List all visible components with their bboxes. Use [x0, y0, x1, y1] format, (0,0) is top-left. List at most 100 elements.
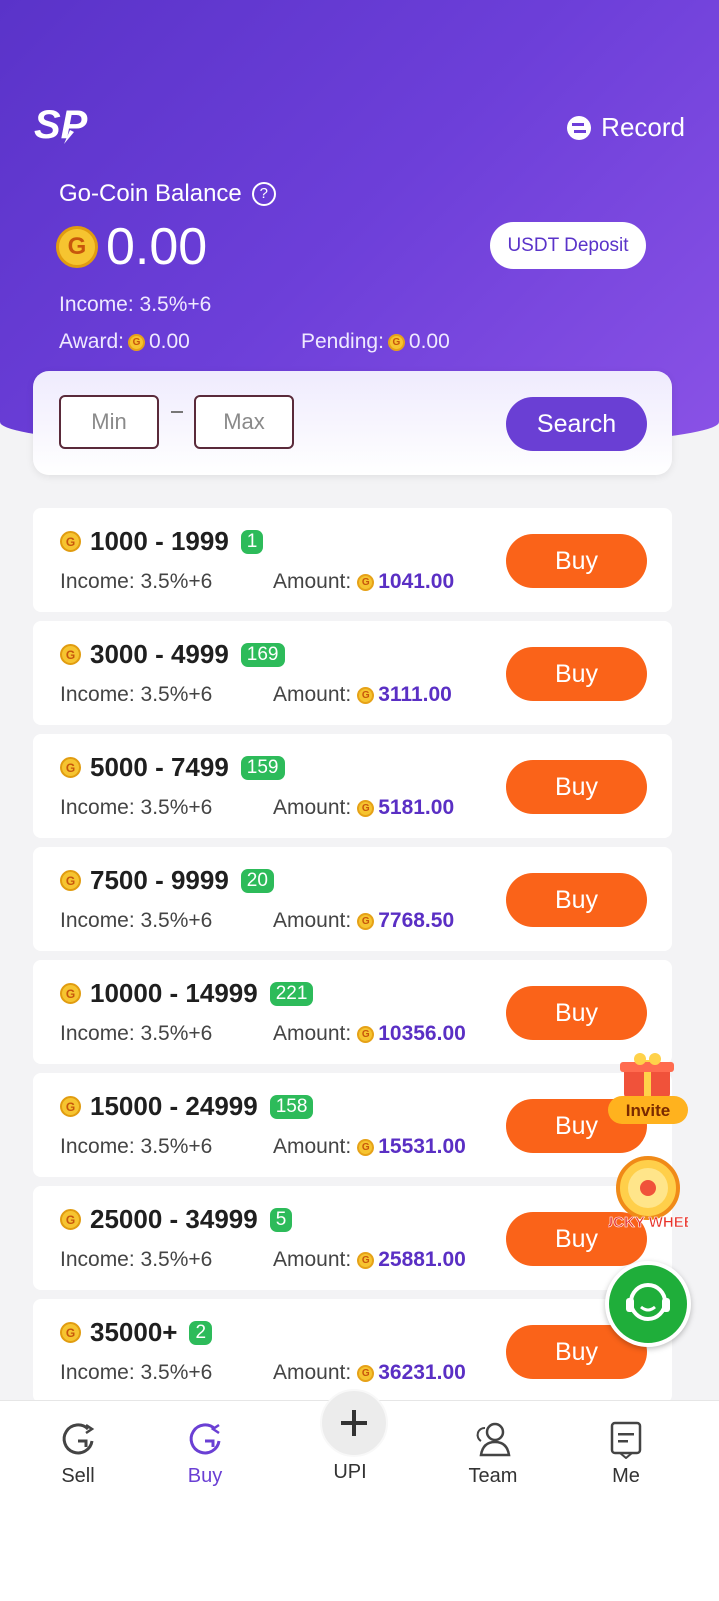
amount-value: 3111.00 [378, 683, 452, 706]
buy-button[interactable]: Buy [506, 760, 647, 814]
coin-icon: G [60, 1096, 81, 1117]
range-text: 35000+ [90, 1317, 178, 1347]
coin-icon: G [357, 1251, 375, 1269]
offer-amount: Amount: G 25881.00 [273, 1248, 466, 1272]
coin-icon: G [56, 226, 98, 268]
offer-range: G 7500 - 9999 20 [60, 865, 274, 896]
award-info: Award: G 0.00 [59, 330, 190, 354]
lucky-wheel-float-button[interactable]: LUCKY WHEEL [608, 1155, 688, 1240]
offer-range: G 1000 - 1999 1 [60, 526, 264, 557]
balance-label: Go-Coin Balance [59, 180, 242, 207]
range-text: 15000 - 24999 [90, 1091, 258, 1121]
coin-icon: G [60, 1322, 81, 1343]
invite-float-button[interactable]: Invite [608, 1050, 688, 1128]
invite-label: Invite [626, 1101, 670, 1120]
amount-label: Amount: [273, 796, 352, 819]
offer-amount: Amount: G 3111.00 [273, 683, 452, 707]
coin-icon: G [60, 1209, 81, 1230]
amount-label: Amount: [273, 1135, 352, 1158]
buy-button[interactable]: Buy [506, 647, 647, 701]
lucky-wheel-label: LUCKY WHEEL [608, 1214, 688, 1231]
coin-icon: G [357, 1025, 375, 1043]
range-separator [171, 411, 183, 413]
coin-icon: G [60, 983, 81, 1004]
search-button[interactable]: Search [506, 397, 647, 451]
app-logo: SP [34, 103, 88, 147]
offer-card: G 7500 - 9999 20 Income: 3.5%+6 Amount: … [33, 847, 672, 951]
amount-value: 25881.00 [378, 1248, 466, 1271]
upi-plus-button[interactable] [320, 1389, 388, 1457]
buy-icon [189, 1423, 221, 1455]
help-icon[interactable]: ? [251, 182, 276, 206]
coin-icon: G [60, 531, 81, 552]
team-icon [476, 1422, 511, 1457]
customer-support-button[interactable] [605, 1261, 691, 1347]
income-text: Income: 3.5%+6 [59, 293, 212, 316]
count-badge: 159 [240, 755, 285, 780]
bottom-nav: Sell Buy UPI Team Me [0, 1389, 719, 1601]
range-text: 5000 - 7499 [90, 752, 229, 782]
amount-value: 1041.00 [378, 570, 455, 593]
range-text: 10000 - 14999 [90, 978, 258, 1008]
range-text: 1000 - 1999 [90, 526, 229, 556]
offer-list: G 1000 - 1999 1 Income: 3.5%+6 Amount: G… [33, 508, 672, 1412]
offer-income: Income: 3.5%+6 [60, 796, 213, 819]
coin-icon: G [60, 870, 81, 891]
nav-upi-label: UPI [333, 1461, 367, 1483]
nav-sell[interactable]: Sell [28, 1419, 128, 1488]
coin-icon: G [60, 644, 81, 665]
count-badge: 5 [269, 1207, 293, 1232]
pending-label: Pending: [301, 330, 384, 353]
nav-upi[interactable]: UPI [300, 1461, 400, 1484]
amount-value: 5181.00 [378, 796, 455, 819]
plus-icon [341, 1410, 367, 1436]
count-badge: 2 [189, 1320, 213, 1345]
transfer-icon [567, 115, 592, 140]
count-badge: 20 [240, 868, 274, 893]
amount-label: Amount: [273, 909, 352, 932]
buy-button[interactable]: Buy [506, 534, 647, 588]
count-badge: 169 [240, 642, 285, 667]
buy-button[interactable]: Buy [506, 873, 647, 927]
offer-range: G 15000 - 24999 158 [60, 1091, 314, 1122]
offer-amount: Amount: G 10356.00 [273, 1022, 466, 1046]
range-text: 25000 - 34999 [90, 1204, 258, 1234]
wheel-icon [640, 1180, 656, 1196]
coin-icon: G [357, 1364, 375, 1382]
coin-icon: G [357, 912, 375, 930]
coin-icon: G [357, 686, 375, 704]
count-badge: 1 [240, 529, 264, 554]
offer-card: G 25000 - 34999 5 Income: 3.5%+6 Amount:… [33, 1186, 672, 1290]
nav-me[interactable]: Me [576, 1419, 676, 1488]
nav-sell-label: Sell [61, 1465, 95, 1487]
nav-buy-label: Buy [187, 1465, 223, 1487]
min-input[interactable] [59, 395, 159, 449]
offer-income: Income: 3.5%+6 [60, 683, 213, 706]
max-input[interactable] [194, 395, 294, 449]
offer-card: G 35000+ 2 Income: 3.5%+6 Amount: G 3623… [33, 1299, 672, 1403]
award-label: Award: [59, 330, 124, 353]
buy-button[interactable]: Buy [506, 986, 647, 1040]
record-link[interactable]: Record [567, 112, 685, 143]
offer-amount: Amount: G 7768.50 [273, 909, 454, 933]
amount-value: 15531.00 [378, 1135, 466, 1158]
offer-amount: Amount: G 1041.00 [273, 570, 454, 594]
offer-card: G 10000 - 14999 221 Income: 3.5%+6 Amoun… [33, 960, 672, 1064]
usdt-deposit-button[interactable]: USDT Deposit [490, 222, 646, 269]
me-icon [610, 1421, 642, 1459]
offer-range: G 3000 - 4999 169 [60, 639, 285, 670]
offer-range: G 10000 - 14999 221 [60, 978, 314, 1009]
nav-buy[interactable]: Buy [155, 1419, 255, 1488]
amount-label: Amount: [273, 1248, 352, 1271]
balance-label-row: Go-Coin Balance ? [59, 180, 276, 208]
offer-income: Income: 3.5%+6 [60, 570, 213, 593]
offer-range: G 35000+ 2 [60, 1317, 213, 1348]
nav-team[interactable]: Team [443, 1419, 543, 1488]
amount-label: Amount: [273, 1361, 352, 1384]
award-value: 0.00 [148, 330, 190, 353]
amount-label: Amount: [273, 570, 352, 593]
offer-card: G 1000 - 1999 1 Income: 3.5%+6 Amount: G… [33, 508, 672, 612]
offer-income: Income: 3.5%+6 [60, 1361, 213, 1384]
offer-amount: Amount: G 36231.00 [273, 1361, 466, 1385]
coin-icon: G [60, 757, 81, 778]
